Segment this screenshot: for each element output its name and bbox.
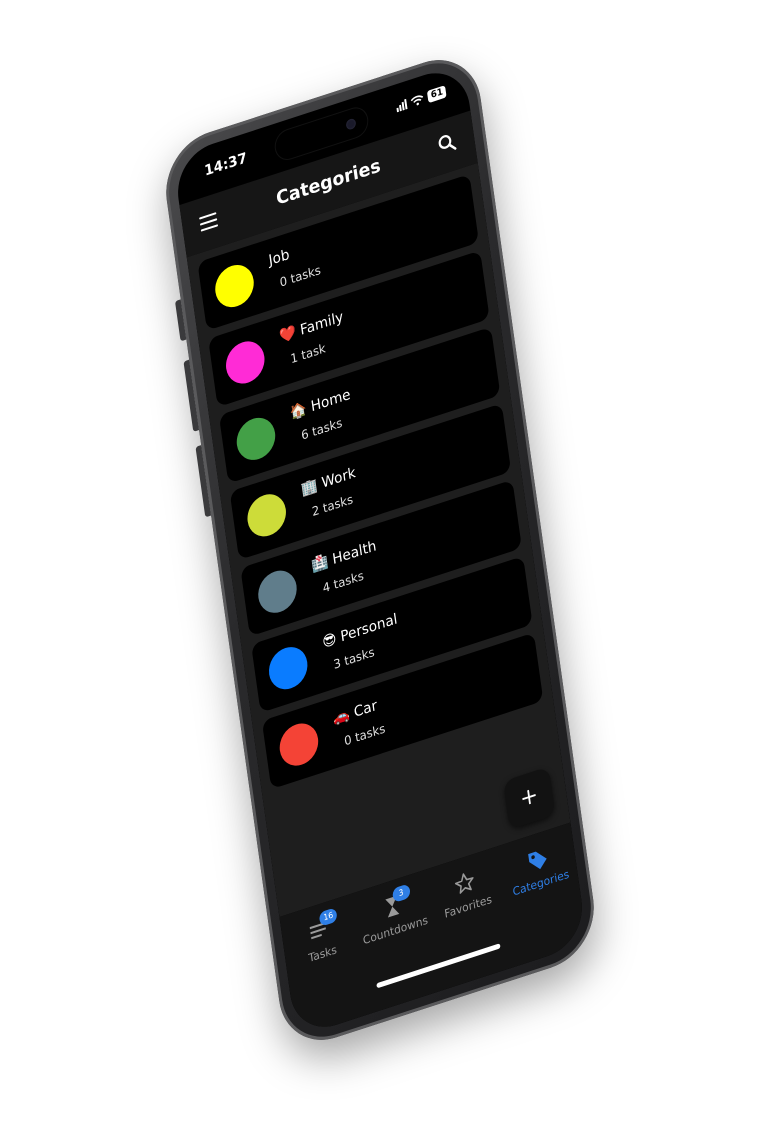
- hourglass-icon: 3: [379, 883, 411, 922]
- category-color-dot: [266, 641, 311, 695]
- category-count: 4 tasks: [321, 568, 365, 596]
- screen: 14:37 61 Categories Job 0 tasks ❤️ Famil…: [172, 62, 588, 1038]
- nav-label: Favorites: [443, 892, 493, 921]
- category-count: 1 task: [289, 340, 327, 367]
- nav-tab-favorites[interactable]: Favorites: [429, 861, 503, 924]
- category-name: 😎 Personal: [321, 611, 398, 651]
- task-list-icon: 16: [306, 907, 338, 946]
- category-name-text: Family: [299, 308, 345, 339]
- battery-indicator: 61: [427, 85, 447, 103]
- category-emoji: ❤️: [278, 324, 298, 346]
- stage: 14:37 61 Categories Job 0 tasks ❤️ Famil…: [0, 0, 768, 1125]
- category-name-text: Work: [320, 464, 357, 492]
- nav-label: Tasks: [307, 942, 338, 966]
- category-name-text: Home: [309, 386, 352, 416]
- nav-tab-categories[interactable]: Categories: [502, 837, 576, 900]
- star-icon: [452, 868, 478, 898]
- category-name: 🏠 Home: [289, 386, 351, 422]
- status-time: 14:37: [203, 149, 249, 180]
- wifi-icon: [411, 95, 424, 106]
- tasks-badge: 16: [318, 907, 338, 927]
- category-name: 🚗 Car: [332, 697, 378, 727]
- category-name-text: Car: [352, 697, 379, 722]
- category-count: 6 tasks: [300, 415, 344, 443]
- category-color-dot: [255, 565, 300, 619]
- phone: 14:37 61 Categories Job 0 tasks ❤️ Famil…: [159, 46, 601, 1054]
- category-name-text: Health: [331, 537, 378, 569]
- nav-label: Countdowns: [362, 913, 429, 948]
- signal-icon: [396, 98, 408, 113]
- category-emoji: 🏢: [299, 477, 319, 499]
- category-emoji: 🚗: [332, 706, 351, 728]
- category-name: ❤️ Family: [278, 309, 344, 346]
- category-emoji: 😎: [321, 630, 338, 652]
- category-name-text: Job: [267, 246, 291, 270]
- category-name: 🏥 Health: [311, 538, 378, 575]
- category-color-dot: [234, 412, 278, 466]
- category-name: Job: [268, 247, 291, 270]
- category-color-dot: [212, 259, 257, 313]
- search-icon[interactable]: [436, 130, 458, 156]
- camera-icon: [345, 117, 357, 131]
- status-indicators: 61: [396, 85, 447, 113]
- category-emoji: 🏥: [310, 553, 330, 575]
- category-count: 0 tasks: [278, 262, 322, 290]
- tag-icon: [525, 845, 551, 875]
- nav-label: Categories: [511, 867, 571, 899]
- nav-tab-countdowns[interactable]: 3 Countdowns: [356, 883, 430, 948]
- category-color-dot: [277, 718, 321, 771]
- category-color-dot: [244, 489, 289, 542]
- category-count: 0 tasks: [343, 721, 387, 749]
- category-color-dot: [223, 336, 268, 389]
- category-count: 3 tasks: [332, 644, 376, 673]
- category-count: 2 tasks: [311, 491, 354, 520]
- category-name-text: Personal: [339, 611, 399, 646]
- countdowns-badge: 3: [391, 883, 411, 904]
- nav-tab-tasks[interactable]: 16 Tasks: [284, 907, 358, 971]
- category-emoji: 🏠: [289, 400, 309, 423]
